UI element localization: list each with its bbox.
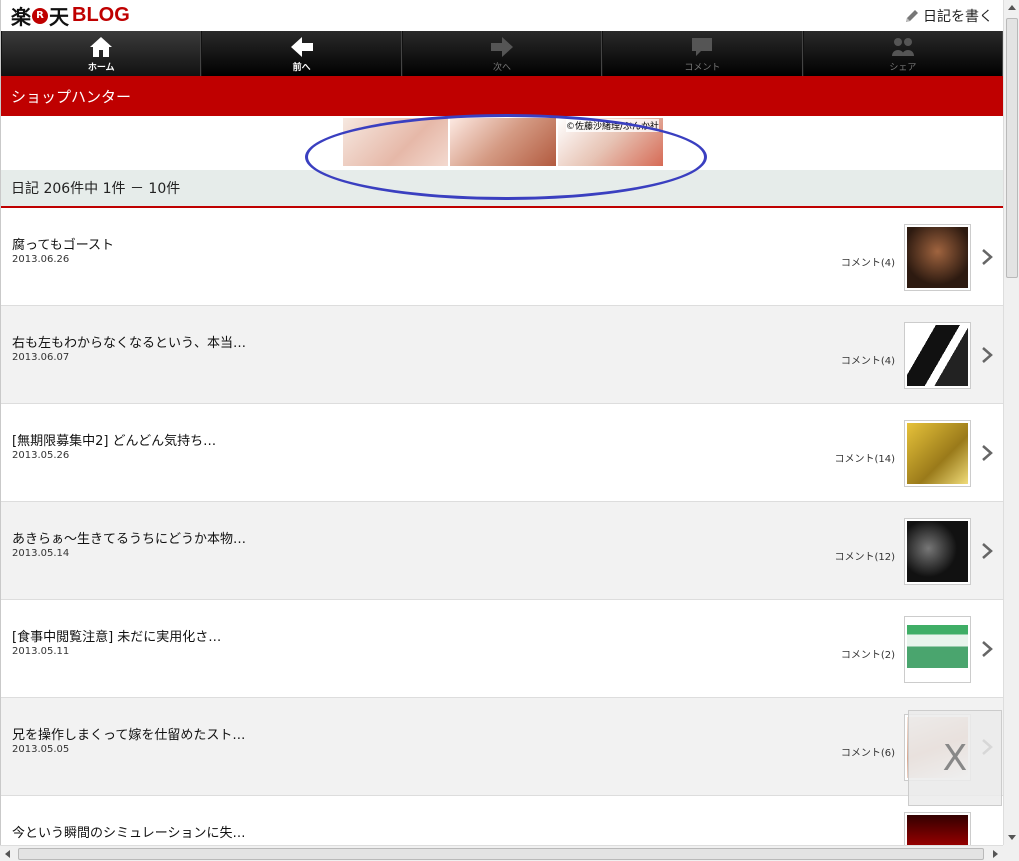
entry-title: 今という瞬間のシミュレーションに失… [12,826,246,841]
entry-count: 日記 206件中 1件 － 10件 [1,170,1003,208]
list-item[interactable]: [無期限募集中2] どんどん気持ち… 2013.05.26 コメント(14) [1,404,1003,502]
write-diary-link[interactable]: 日記を書く [904,6,993,26]
scrollbar-corner [1003,845,1019,861]
vertical-scrollbar[interactable] [1003,0,1019,845]
comment-icon [692,37,713,56]
nav-home-label: ホーム [87,62,115,73]
list-item[interactable]: [食事中閲覧注意] 未だに実用化さ… 2013.05.11 コメント(2) [1,600,1003,698]
list-item[interactable]: 右も左もわからなくなるという、本当… 2013.06.07 コメント(4) [1,306,1003,404]
pencil-icon [906,9,918,22]
scroll-up-icon[interactable] [1008,5,1016,10]
entry-comment-count: コメント(4) [840,356,895,367]
horizontal-scroll-thumb[interactable] [18,848,984,860]
nav-comment[interactable]: コメント [602,31,803,76]
browser-viewport: 楽 R 天 BLOG 日記を書く ホーム 前へ 次へ コメント シェア ショップ… [0,0,1003,845]
ad-panel-1 [343,118,449,166]
entry-date: 2013.05.11 [12,646,70,657]
entry-thumbnail [904,224,971,291]
entry-date: 2013.05.26 [12,450,70,461]
entry-comment-count: コメント(12) [834,552,895,563]
page-title: ショップハンター [1,76,1003,116]
floating-ad-close-button[interactable]: X [908,710,1002,806]
nav-prev[interactable]: 前へ [201,31,402,76]
logo-ten: 天 [49,5,69,29]
list-item[interactable]: あきらぁ～生きてるうちにどうか本物… 2013.05.14 コメント(12) [1,502,1003,600]
logo-r-mark: R [32,7,48,24]
entry-thumbnail [904,322,971,389]
manga-ad-banner[interactable]: ©佐藤沙緒理/ぶんか社 [343,118,663,166]
rakuten-blog-logo[interactable]: 楽 R 天 BLOG [11,1,130,30]
chevron-right-icon [982,249,993,265]
logo-raku: 楽 [11,5,31,29]
logo-blog: BLOG [72,4,130,26]
entry-title: あきらぁ～生きてるうちにどうか本物… [12,532,247,547]
entry-date: 2013.06.26 [12,254,70,265]
entry-comment-count: コメント(14) [834,454,895,465]
entry-title: 兄を操作しまくって嫁を仕留めたスト… [12,728,246,743]
entry-title: 腐ってもゴースト [12,238,115,253]
nav-bar: ホーム 前へ 次へ コメント シェア [1,31,1003,76]
entry-date: 2013.05.05 [12,744,70,755]
home-icon [90,36,113,57]
list-item[interactable]: 今という瞬間のシミュレーションに失… [1,796,1003,845]
share-icon [891,37,914,56]
ad-copyright: ©佐藤沙緒理/ぶんか社 [565,119,659,132]
entry-list: 腐ってもゴースト 2013.06.26 コメント(4) 右も左もわからなくなると… [1,208,1003,845]
nav-home[interactable]: ホーム [1,31,202,76]
entry-comment-count: コメント(2) [840,650,895,661]
nav-next-label: 次へ [493,62,512,73]
nav-share[interactable]: シェア [802,31,1003,76]
ad-banner-area: ©佐藤沙緒理/ぶんか社 [1,114,1003,200]
entry-thumbnail [904,812,971,845]
nav-prev-label: 前へ [292,62,311,73]
scroll-down-icon[interactable] [1008,835,1016,840]
entry-comment-count: コメント(4) [840,258,895,269]
scroll-right-icon[interactable] [993,850,998,858]
entry-thumbnail [904,616,971,683]
entry-comment-count: コメント(6) [840,748,895,759]
entry-date: 2013.06.07 [12,352,70,363]
arrow-left-icon [290,36,313,57]
entry-title: 右も左もわからなくなるという、本当… [12,336,247,351]
write-diary-label: 日記を書く [923,8,993,25]
entry-thumbnail [904,518,971,585]
ad-panel-3: ©佐藤沙緒理/ぶんか社 [557,118,663,166]
entry-title: [食事中閲覧注意] 未だに実用化さ… [12,630,222,645]
top-bar: 楽 R 天 BLOG 日記を書く [1,0,1003,31]
chevron-right-icon [982,641,993,657]
nav-next[interactable]: 次へ [401,31,603,76]
list-item[interactable]: 腐ってもゴースト 2013.06.26 コメント(4) [1,208,1003,306]
scroll-left-icon[interactable] [5,850,10,858]
chevron-right-icon [982,347,993,363]
vertical-scroll-thumb[interactable] [1006,18,1018,278]
close-icon: X [942,737,968,779]
arrow-right-icon [491,36,514,57]
horizontal-scrollbar[interactable] [0,845,1003,861]
list-item[interactable]: 兄を操作しまくって嫁を仕留めたスト… 2013.05.05 コメント(6) [1,698,1003,796]
nav-share-label: シェア [889,62,917,73]
chevron-right-icon [982,445,993,461]
nav-comment-label: コメント [684,62,721,73]
entry-date: 2013.05.14 [12,548,70,559]
ad-panel-2 [450,118,556,166]
chevron-right-icon [982,543,993,559]
entry-thumbnail [904,420,971,487]
entry-title: [無期限募集中2] どんどん気持ち… [12,434,217,449]
